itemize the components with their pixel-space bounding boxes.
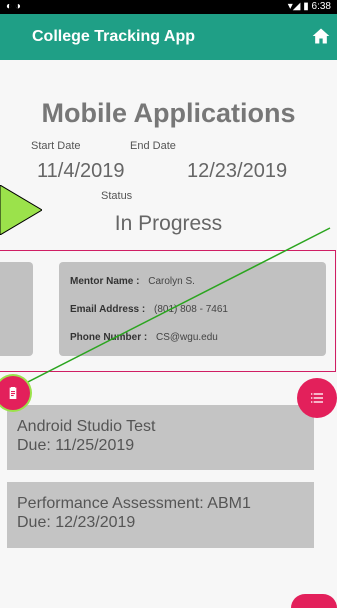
home-icon[interactable]: [311, 26, 331, 46]
app-bar: College Tracking App: [0, 14, 337, 60]
start-date-label: Start Date: [31, 140, 81, 152]
status-right: ▾◢ ▮ 6:38: [287, 1, 331, 12]
clipboard-icon: [9, 387, 17, 399]
app-title: College Tracking App: [32, 28, 195, 45]
status-bar: ◐ ◑ ▾◢ ▮ 6:38: [0, 0, 337, 14]
end-date-label: End Date: [130, 140, 176, 152]
end-date-value: 12/23/2019: [187, 160, 288, 182]
assessment-item[interactable]: Performance Assessment: ABM1 Due: 12/23/…: [7, 482, 314, 548]
assessment-item[interactable]: Android Studio Test Due: 11/25/2019: [7, 405, 314, 470]
list-fab[interactable]: [297, 378, 337, 418]
start-date-value: 11/4/2019: [37, 160, 125, 182]
status-label: Status: [101, 190, 133, 202]
annotation-line: [19, 227, 331, 387]
list-icon: [311, 393, 323, 403]
assessment-name: Performance Assessment: ABM1: [17, 495, 251, 512]
assessment-due: Due: 11/25/2019: [17, 437, 135, 454]
course-title: Mobile Applications: [41, 98, 296, 128]
assessment-due: Due: 12/23/2019: [17, 514, 136, 531]
bottom-fab[interactable]: [291, 594, 337, 608]
assessment-name: Android Studio Test: [17, 418, 156, 435]
status-left: ◐ ◑: [6, 1, 21, 12]
